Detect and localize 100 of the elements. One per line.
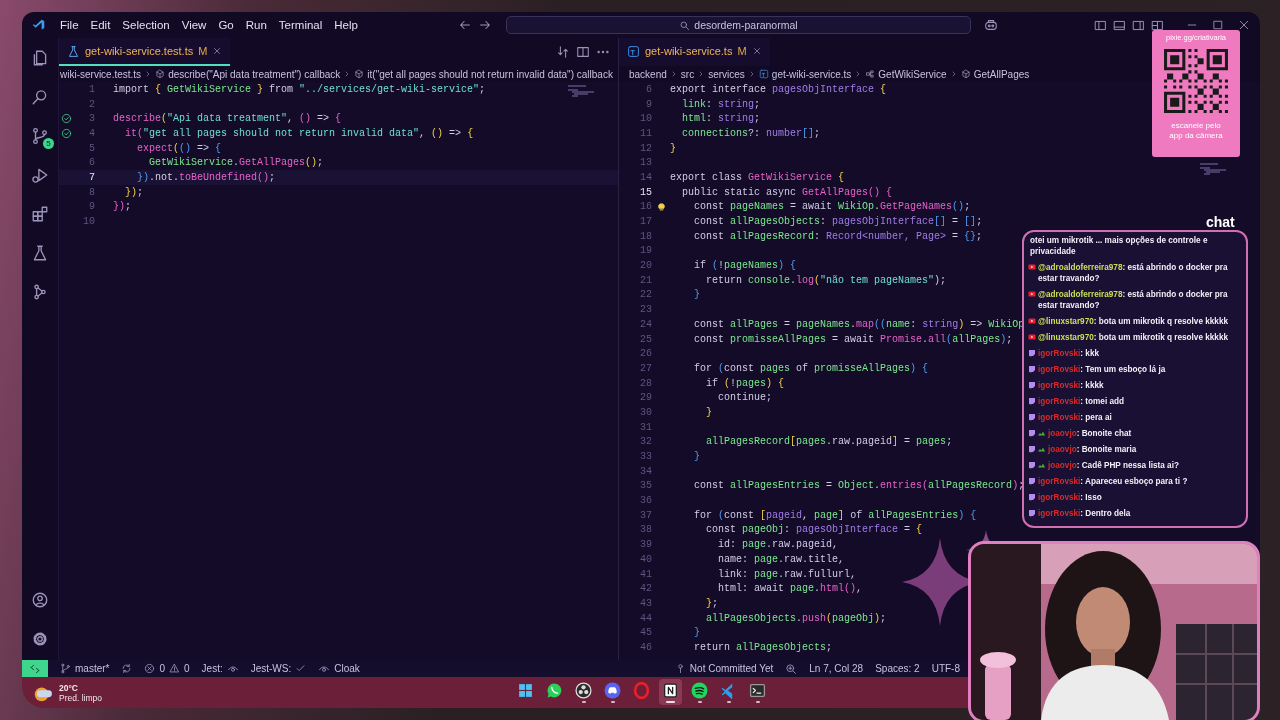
breadcrumb[interactable]: GetWikiService	[865, 68, 947, 80]
files-icon[interactable]	[31, 49, 49, 67]
chat-title: chat	[1206, 214, 1235, 230]
code-line: import { GetWikiService } from "../services/get-wiki-service";	[113, 83, 486, 95]
qr-caption: app da câmera	[1169, 131, 1223, 141]
sidebar-right-icon[interactable]	[1132, 18, 1145, 32]
breadcrumb[interactable]: backend	[629, 68, 667, 80]
menu-item[interactable]: Help	[328, 17, 364, 33]
line-number: 21	[639, 274, 652, 286]
menu-item[interactable]: Terminal	[272, 17, 329, 33]
command-search-field[interactable]: desordem-paranormal	[505, 16, 971, 34]
line-number: 13	[639, 157, 652, 169]
status-item[interactable]: UTF-8	[931, 663, 960, 674]
breadcrumb[interactable]: get-wiki-service.ts	[758, 68, 852, 80]
line-number: 25	[639, 333, 652, 345]
line-number: 11	[639, 127, 652, 139]
close-icon[interactable]	[751, 46, 762, 56]
chat-message: @adroaldoferreira978: está abrindo o docker pra estar travando?	[1038, 289, 1229, 311]
app-logo-icon[interactable]	[32, 18, 46, 32]
line-number: 38	[639, 524, 652, 536]
code-line: const pageNames = await WikiOp.GetPageNames();	[693, 201, 971, 213]
code-line: });	[124, 186, 144, 198]
menu-item[interactable]: Go	[212, 17, 240, 33]
flask-icon[interactable]	[31, 244, 49, 262]
maximize-icon[interactable]	[1212, 19, 1224, 31]
warning-icon	[169, 663, 180, 674]
code-line: allPagesRecord[pages.raw.pageid] = pages;	[705, 436, 953, 448]
taskbar-app[interactable]	[659, 679, 682, 705]
code-line: for (const [pageid, page] of allPagesEntries) {	[693, 509, 977, 521]
breadcrumb[interactable]: GetAllPages	[960, 68, 1030, 80]
menu-item[interactable]: Run	[239, 17, 273, 33]
code-line: link: string;	[681, 98, 761, 110]
code-line: export interface pagesObjInterface {	[670, 83, 887, 95]
compare-icon[interactable]	[556, 45, 570, 59]
branch-graph-icon[interactable]	[31, 283, 49, 301]
close-icon[interactable]	[212, 46, 223, 56]
status-item[interactable]: Spaces: 2	[875, 663, 920, 674]
code-line: const allPagesRecord: Record<number, Page> = {};	[693, 230, 983, 242]
status-item[interactable]: Cloak	[318, 662, 360, 675]
editor-tab[interactable]: get-wiki-service.test.ts M	[59, 38, 231, 66]
status-item[interactable]: Jest-WS:	[250, 663, 307, 674]
line-number: 35	[639, 480, 652, 492]
video-play-icon	[1028, 290, 1036, 298]
breadcrumb[interactable]: wiki-service.test.ts	[60, 68, 142, 80]
sync-icon[interactable]	[121, 663, 133, 674]
line-number: 36	[639, 495, 652, 507]
line-number: 9	[645, 98, 652, 110]
forward-arrow-icon[interactable]	[477, 18, 492, 32]
test-passed-icon[interactable]	[61, 127, 72, 139]
sidebar-left-icon[interactable]	[1094, 18, 1107, 32]
settings-icon[interactable]	[31, 630, 49, 648]
breadcrumb[interactable]: services	[708, 68, 745, 80]
remote-button[interactable]	[22, 660, 48, 677]
source-control-icon[interactable]	[31, 127, 49, 145]
code-line: expect(() => {	[136, 142, 222, 154]
taskbar-app[interactable]	[572, 679, 595, 705]
menu-item[interactable]: Selection	[116, 17, 176, 33]
status-item[interactable]: Ln 7, Col 28	[809, 663, 864, 674]
code-line: }	[693, 451, 700, 463]
panel-icon[interactable]	[1113, 18, 1126, 32]
line-number: 9	[88, 201, 95, 213]
line-number: 45	[639, 627, 652, 639]
lightbulb-icon[interactable]	[655, 201, 667, 213]
gamepad-icon	[604, 681, 621, 699]
layout-icon[interactable]	[1151, 18, 1164, 32]
menu-item[interactable]: View	[175, 17, 213, 33]
close-icon[interactable]	[1238, 19, 1250, 31]
breadcrumb[interactable]: src	[680, 68, 695, 80]
menu-item[interactable]: File	[54, 17, 85, 33]
file-type-icon	[758, 69, 769, 79]
flask-file-icon	[67, 44, 80, 58]
menu-item[interactable]: Edit	[84, 17, 117, 33]
code-line: const allPagesEntries = Object.entries(allPagesRecord);	[693, 480, 1025, 492]
editor-tab[interactable]: get-wiki-service.ts M	[619, 38, 770, 66]
grid-icon	[517, 681, 534, 699]
line-number: 29	[639, 392, 652, 404]
test-passed-icon[interactable]	[61, 113, 72, 125]
run-debug-icon[interactable]	[31, 166, 49, 184]
breadcrumb[interactable]: it("get all pages should not return invalid data") callback	[354, 68, 613, 80]
chat-message: otei um mikrotik ... mais opções de controle e privacidade	[1030, 235, 1209, 257]
line-number: 4	[88, 127, 95, 139]
line-number: 6	[645, 83, 652, 95]
extensions-icon[interactable]	[31, 205, 49, 223]
account-icon[interactable]	[31, 591, 49, 609]
line-number: 46	[639, 641, 652, 653]
sound-waves-icon	[691, 681, 708, 699]
line-number: 16	[639, 201, 652, 213]
branch-indicator[interactable]: master*	[60, 663, 110, 674]
status-item[interactable]: Jest:	[201, 662, 239, 675]
zoom-icon[interactable]	[785, 662, 798, 675]
split-editor-icon[interactable]	[576, 45, 590, 59]
cube-icon	[354, 69, 365, 79]
problems-indicator[interactable]: 0 0	[144, 663, 190, 674]
search-icon[interactable]	[31, 88, 49, 106]
code-line: describe("Api data treatment", () => {	[113, 113, 342, 125]
back-arrow-icon[interactable]	[457, 18, 472, 32]
assistant-icon[interactable]	[982, 18, 999, 32]
status-item[interactable]: Not Committed Yet	[674, 663, 774, 674]
line-number: 12	[639, 142, 652, 154]
breadcrumb[interactable]: describe("Api data treatment") callback	[155, 68, 341, 80]
